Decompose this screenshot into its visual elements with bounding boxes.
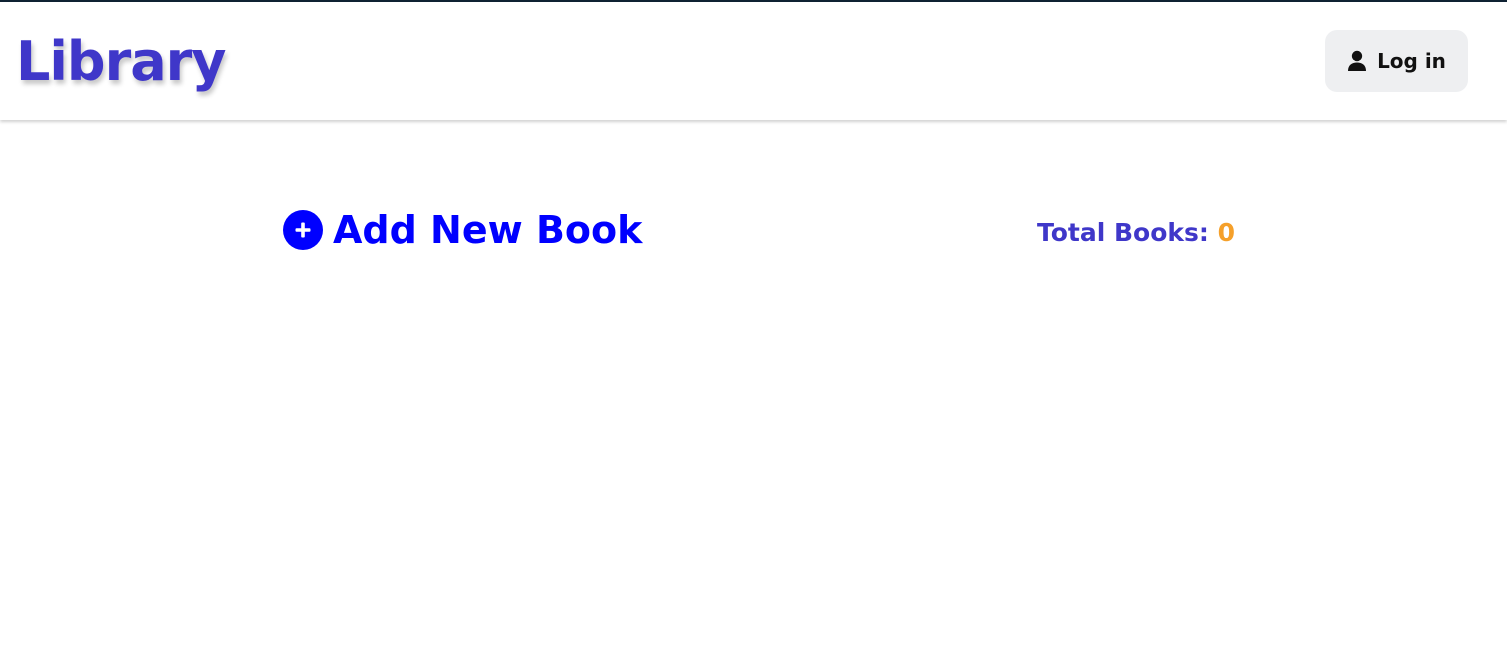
app-title: Library [16, 30, 226, 93]
total-books: Total Books: 0 [1037, 218, 1235, 247]
total-books-count: 0 [1217, 218, 1236, 247]
add-new-book-button[interactable]: Add New Book [283, 206, 642, 254]
add-new-book-label: Add New Book [333, 208, 643, 252]
login-button[interactable]: Log in [1325, 30, 1468, 92]
login-label: Log in [1377, 49, 1446, 73]
app-header: Library Log in [0, 2, 1507, 120]
user-icon [1347, 50, 1367, 72]
total-books-label: Total Books: [1037, 218, 1209, 247]
plus-circle-icon [283, 210, 323, 250]
